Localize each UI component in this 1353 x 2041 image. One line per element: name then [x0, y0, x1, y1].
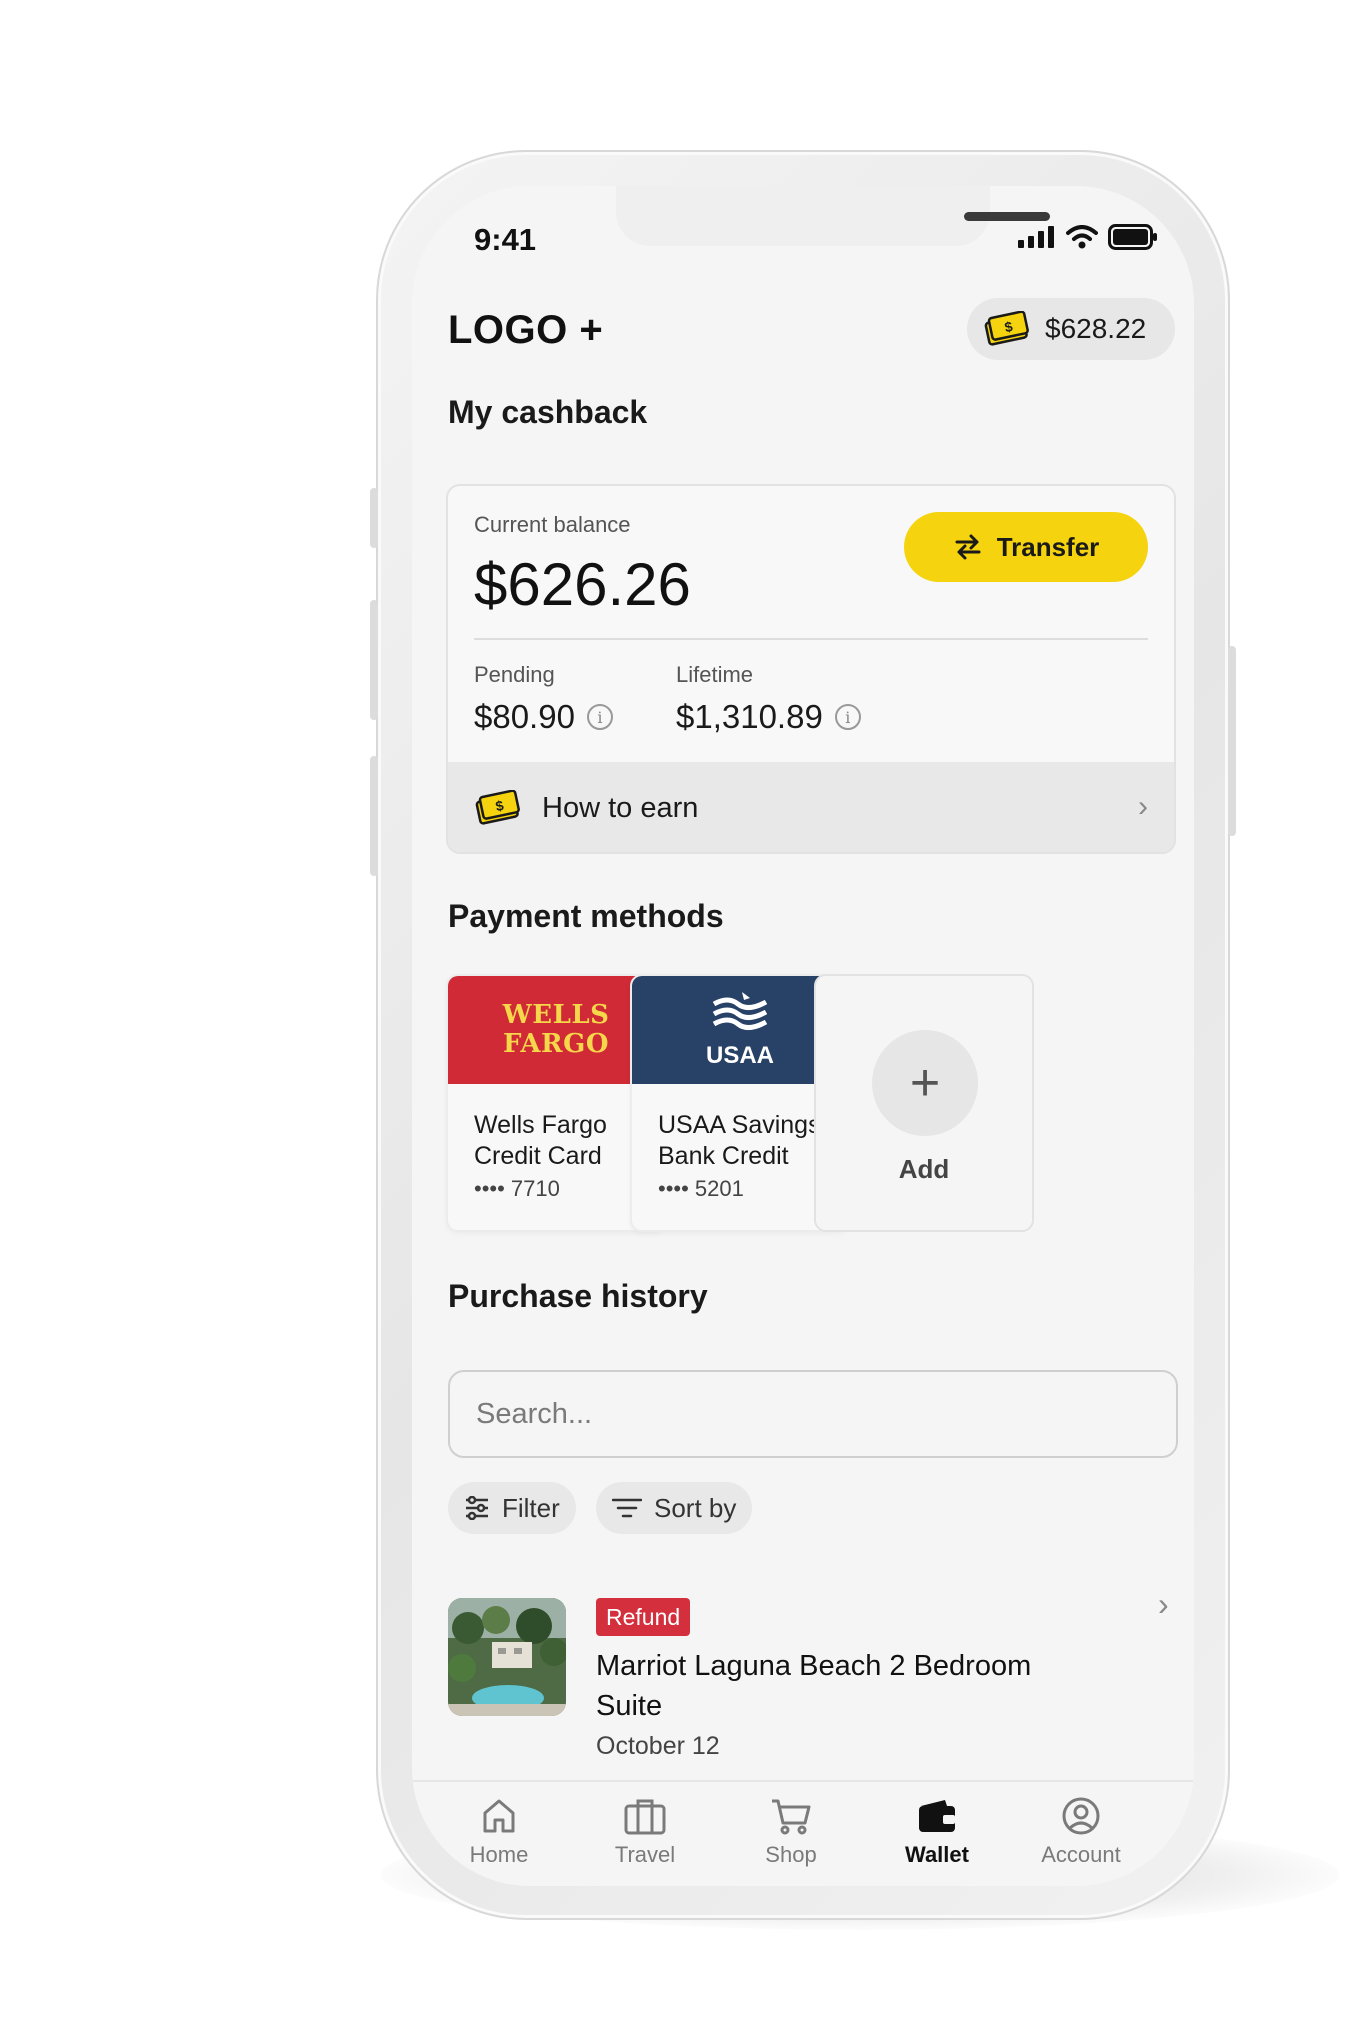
notch	[616, 186, 1050, 246]
home-icon	[483, 1799, 515, 1833]
purchase-thumbnail	[448, 1598, 566, 1716]
tab-label: Shop	[765, 1842, 817, 1867]
phone-screen: 9:41 LOGO + $ $628.22 My cashback Curren…	[412, 186, 1194, 1886]
tab-wallet[interactable]: Wallet	[862, 1782, 1012, 1886]
payment-card-last4: •••• 5201	[658, 1176, 744, 1201]
signal-icon	[1018, 226, 1054, 248]
lifetime-row: $1,310.89 i	[676, 698, 861, 736]
purchase-history-title: Purchase history	[448, 1278, 708, 1314]
pending-info-icon[interactable]: i	[586, 704, 613, 730]
sort-lines-icon	[612, 1498, 642, 1518]
payment-card-name: USAA Savings Bank Credit	[658, 1111, 821, 1170]
how-to-earn-label: How to earn	[542, 791, 699, 824]
chevron-right-icon[interactable]: ›	[1158, 1586, 1169, 1623]
sort-label: Sort by	[654, 1492, 737, 1523]
cart-icon	[772, 1799, 811, 1835]
tab-label: Account	[1041, 1842, 1121, 1867]
tab-label: Wallet	[905, 1842, 969, 1867]
resort-image	[448, 1598, 566, 1716]
app-logo: LOGO +	[448, 308, 604, 352]
lifetime-label: Lifetime	[676, 662, 754, 687]
silent-switch	[370, 488, 378, 548]
filter-label: Filter	[502, 1492, 560, 1523]
chevron-right-icon: ›	[1138, 790, 1148, 823]
cashback-card: Current balance $626.26 Transfer Pending…	[446, 484, 1176, 854]
cashback-divider	[474, 638, 1148, 640]
battery-icon	[1108, 224, 1157, 250]
pending-amount: $80.90	[474, 698, 575, 735]
account-icon	[1062, 1797, 1100, 1835]
transfer-label: Transfer	[996, 531, 1100, 562]
purchase-date: October 12	[596, 1732, 720, 1760]
usaa-eagle-icon	[712, 992, 768, 1030]
wells-fargo-logo-line2: FARGO	[502, 1029, 610, 1059]
payment-card-name: Wells Fargo Credit Card	[474, 1111, 607, 1170]
payment-methods-title: Payment methods	[448, 898, 724, 934]
current-balance-amount: $626.26	[474, 551, 691, 618]
usaa-logo-text: USAA	[705, 1042, 774, 1069]
purchase-title[interactable]: Marriot Laguna Beach 2 Bedroom Suite	[596, 1646, 1076, 1726]
tab-shop[interactable]: Shop	[716, 1782, 866, 1886]
speaker	[964, 212, 1050, 221]
purchase-search-input[interactable]	[448, 1370, 1178, 1458]
power-button	[1228, 646, 1236, 836]
how-to-earn-row[interactable]: $ How to earn ›	[448, 762, 1174, 852]
payment-card-last4: •••• 7710	[474, 1176, 560, 1201]
volume-up-button	[370, 600, 378, 720]
sliders-icon	[466, 1496, 488, 1520]
add-payment-method-card[interactable]: + Add	[814, 974, 1034, 1232]
swap-arrows-icon	[955, 534, 981, 560]
status-icons	[1018, 224, 1158, 250]
lifetime-amount: $1,310.89	[676, 698, 823, 735]
tab-travel[interactable]: Travel	[570, 1782, 720, 1886]
add-payment-label: Add	[898, 1154, 950, 1184]
bottom-tab-bar: Home Travel Shop Wallet Account	[412, 1780, 1194, 1886]
wifi-icon	[1066, 225, 1098, 249]
cash-icon: $	[475, 790, 520, 825]
briefcase-icon	[624, 1799, 666, 1835]
lifetime-info-icon[interactable]: i	[834, 704, 861, 730]
refund-badge: Refund	[596, 1598, 691, 1636]
tab-home[interactable]: Home	[424, 1782, 574, 1886]
status-time: 9:41	[474, 222, 537, 257]
pending-label: Pending	[474, 662, 555, 687]
filter-button[interactable]: Filter	[448, 1482, 576, 1534]
header-balance-amount: $628.22	[1045, 313, 1147, 344]
cashback-title: My cashback	[448, 394, 648, 430]
pending-row: $80.90 i	[474, 698, 613, 736]
tab-account[interactable]: Account	[1006, 1782, 1156, 1886]
wells-fargo-logo-line1: WELLS	[502, 1000, 610, 1030]
transfer-button[interactable]: Transfer	[904, 512, 1148, 582]
header-balance-chip[interactable]: $ $628.22	[967, 298, 1175, 360]
current-balance-label: Current balance	[474, 512, 631, 537]
volume-down-button	[370, 756, 378, 876]
plus-icon: +	[872, 1030, 978, 1136]
sort-button[interactable]: Sort by	[596, 1482, 753, 1534]
cash-icon: $	[984, 311, 1029, 346]
tab-label: Travel	[614, 1842, 676, 1867]
tab-label: Home	[469, 1842, 529, 1867]
wallet-icon	[919, 1800, 955, 1832]
